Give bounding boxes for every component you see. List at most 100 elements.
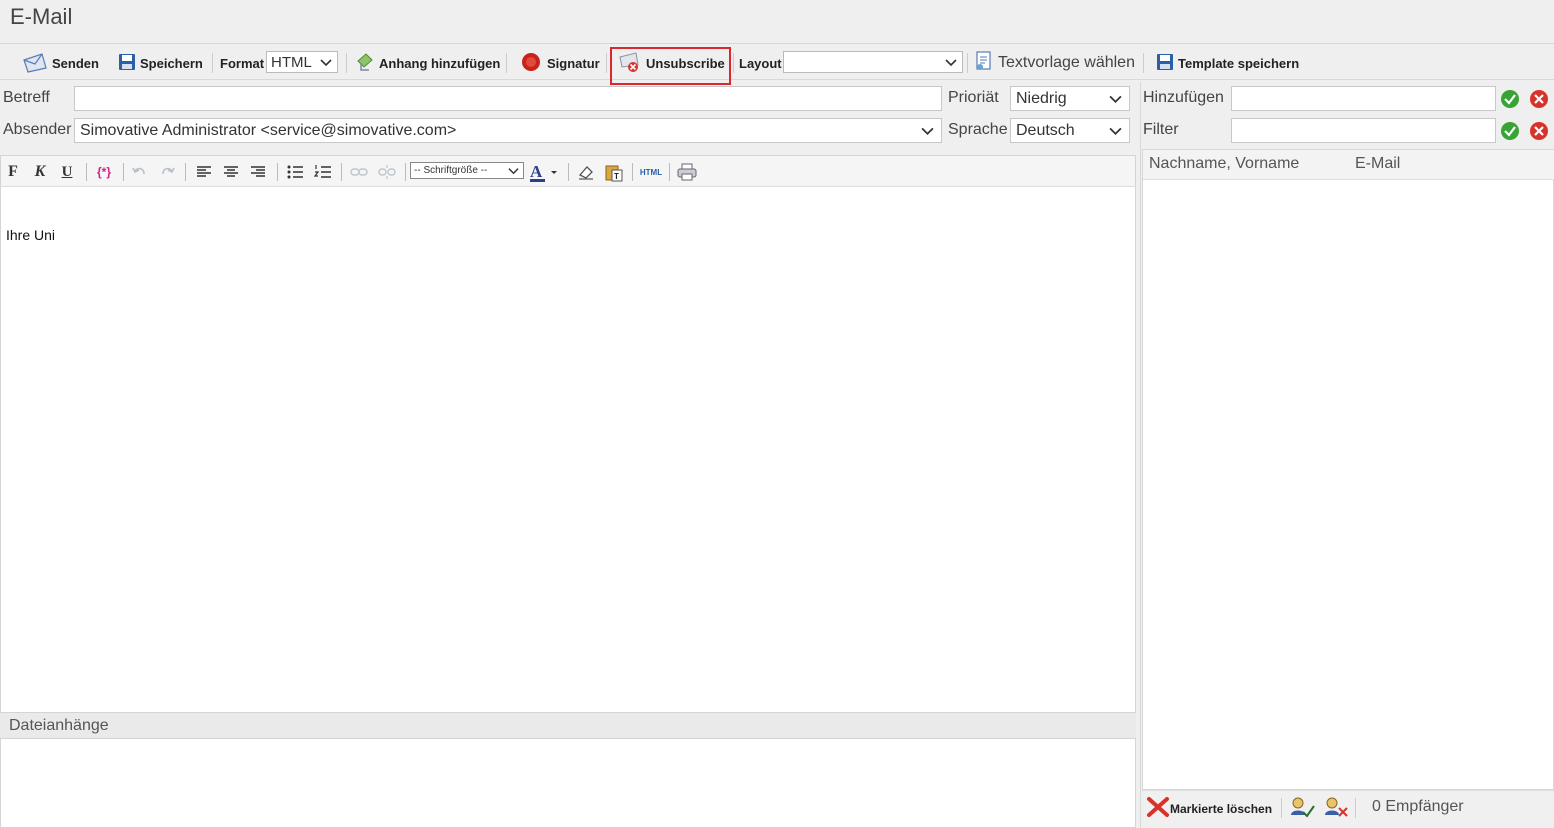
priority-select[interactable]: Niedrig: [1010, 86, 1130, 111]
toolbar-separator: [568, 163, 569, 181]
undo-icon[interactable]: [130, 161, 148, 183]
header-divider: [0, 43, 1554, 44]
svg-text:A: A: [530, 162, 543, 181]
attachment-icon: [355, 52, 379, 75]
language-select[interactable]: Deutsch: [1010, 118, 1130, 143]
numbered-list-icon[interactable]: [312, 161, 334, 183]
sender-label: Absender: [3, 121, 72, 138]
align-right-icon[interactable]: [248, 161, 268, 183]
redo-icon[interactable]: [159, 161, 177, 183]
link-icon[interactable]: [348, 161, 370, 183]
send-label: Senden: [52, 55, 99, 71]
format-select[interactable]: HTML: [266, 51, 338, 73]
toolbar-separator: [405, 163, 406, 181]
main-toolbar: Senden Speichern Format HTML Anhang hinz…: [0, 46, 1554, 80]
filter-label: Filter: [1143, 121, 1179, 138]
toolbar-separator: [341, 163, 342, 181]
chevron-down-icon: [921, 124, 934, 142]
placeholder-insert-icon[interactable]: {*}: [93, 161, 115, 183]
italic-icon[interactable]: K: [31, 161, 49, 183]
font-size-select-value: -- Schriftgröße --: [414, 165, 488, 176]
choose-template-button[interactable]: Textvorlage wählen: [974, 46, 1135, 80]
toolbar-separator: [967, 53, 968, 73]
align-left-icon[interactable]: [194, 161, 214, 183]
priority-select-value: Niedrig: [1016, 89, 1067, 107]
toolbar-separator: [185, 163, 186, 181]
layout-select[interactable]: [783, 51, 963, 73]
recipients-footer: Markierte löschen 0 Empfänger: [1142, 790, 1554, 824]
toolbar-separator: [506, 53, 507, 73]
delete-marked-label: Markierte löschen: [1170, 801, 1273, 816]
cancel-x-icon[interactable]: [1529, 121, 1549, 146]
signature-label: Signatur: [547, 55, 600, 71]
toolbar-separator: [212, 53, 213, 73]
filter-input[interactable]: [1231, 118, 1496, 143]
message-editor: F K U {*} -- Schriftgröße -- A T HTML Ih…: [0, 155, 1136, 713]
recipient-count: 0 Empfänger: [1372, 798, 1464, 815]
language-label: Sprache: [948, 121, 1008, 138]
toolbar-separator: [123, 163, 124, 181]
cancel-x-icon[interactable]: [1529, 89, 1549, 114]
add-attachment-button[interactable]: Anhang hinzufügen: [355, 46, 500, 80]
recipients-panel: Nachname, Vorname E-Mail: [1142, 149, 1554, 790]
message-body-text[interactable]: Ihre Uni: [6, 227, 55, 243]
seal-icon: [519, 51, 547, 76]
toolbar-separator: [733, 53, 734, 73]
floppy-disk-icon: [1156, 53, 1178, 74]
chevron-down-icon: [945, 55, 957, 72]
save-template-button[interactable]: Template speichern: [1156, 46, 1299, 80]
document-template-icon: [974, 50, 998, 76]
paste-text-icon[interactable]: T: [603, 161, 625, 183]
toolbar-separator: [632, 163, 633, 181]
recipients-table-header: Nachname, Vorname E-Mail: [1143, 150, 1554, 180]
confirm-check-icon[interactable]: [1500, 89, 1520, 114]
font-size-select[interactable]: -- Schriftgröße --: [410, 162, 524, 179]
subject-input[interactable]: [74, 86, 942, 111]
deselect-users-icon[interactable]: [1323, 796, 1349, 825]
font-color-icon[interactable]: A: [528, 161, 562, 183]
language-select-value: Deutsch: [1016, 121, 1075, 139]
delete-marked-button[interactable]: Markierte löschen: [1146, 796, 1272, 821]
attachments-header: Dateianhänge: [0, 712, 1136, 738]
toolbar-separator: [1355, 798, 1356, 818]
chevron-down-icon: [1109, 124, 1122, 142]
column-header-email[interactable]: E-Mail: [1355, 155, 1400, 173]
toolbar-separator: [277, 163, 278, 181]
attachments-list: [0, 738, 1136, 828]
floppy-disk-icon: [118, 53, 140, 74]
save-label: Speichern: [140, 55, 203, 71]
subject-label: Betreff: [3, 89, 50, 106]
align-center-icon[interactable]: [221, 161, 241, 183]
column-header-name[interactable]: Nachname, Vorname: [1149, 155, 1299, 173]
send-button[interactable]: Senden: [22, 46, 99, 80]
sender-select-value: Simovative Administrator <service@simova…: [80, 121, 457, 139]
toolbar-separator: [1143, 53, 1144, 73]
select-all-users-icon[interactable]: [1289, 796, 1315, 825]
save-button[interactable]: Speichern: [118, 46, 203, 80]
choose-template-label: Textvorlage wählen: [998, 54, 1135, 71]
layout-label: Layout: [739, 55, 782, 71]
unlink-icon[interactable]: [376, 161, 398, 183]
signature-button[interactable]: Signatur: [519, 46, 600, 80]
toolbar-separator: [669, 163, 670, 181]
save-template-label: Template speichern: [1178, 55, 1300, 71]
sender-select[interactable]: Simovative Administrator <service@simova…: [74, 118, 942, 143]
html-source-icon[interactable]: HTML: [638, 161, 664, 183]
print-icon[interactable]: [676, 161, 698, 183]
toolbar-separator: [346, 53, 347, 73]
envelope-send-icon: [22, 51, 52, 76]
add-recipient-input[interactable]: [1231, 86, 1496, 111]
format-label: Format: [220, 55, 265, 71]
confirm-check-icon[interactable]: [1500, 121, 1520, 146]
priority-label: Prioriät: [948, 89, 999, 106]
toolbar-separator: [86, 163, 87, 181]
eraser-icon[interactable]: [576, 161, 596, 183]
editor-toolbar: F K U {*} -- Schriftgröße -- A T HTML: [1, 156, 1135, 187]
svg-text:T: T: [614, 172, 619, 181]
bullet-list-icon[interactable]: [285, 161, 305, 183]
window-title: E-Mail: [10, 4, 73, 29]
toolbar-separator: [606, 53, 607, 73]
red-x-icon: [1146, 796, 1170, 821]
underline-icon[interactable]: U: [58, 161, 76, 183]
bold-icon[interactable]: F: [5, 161, 21, 183]
